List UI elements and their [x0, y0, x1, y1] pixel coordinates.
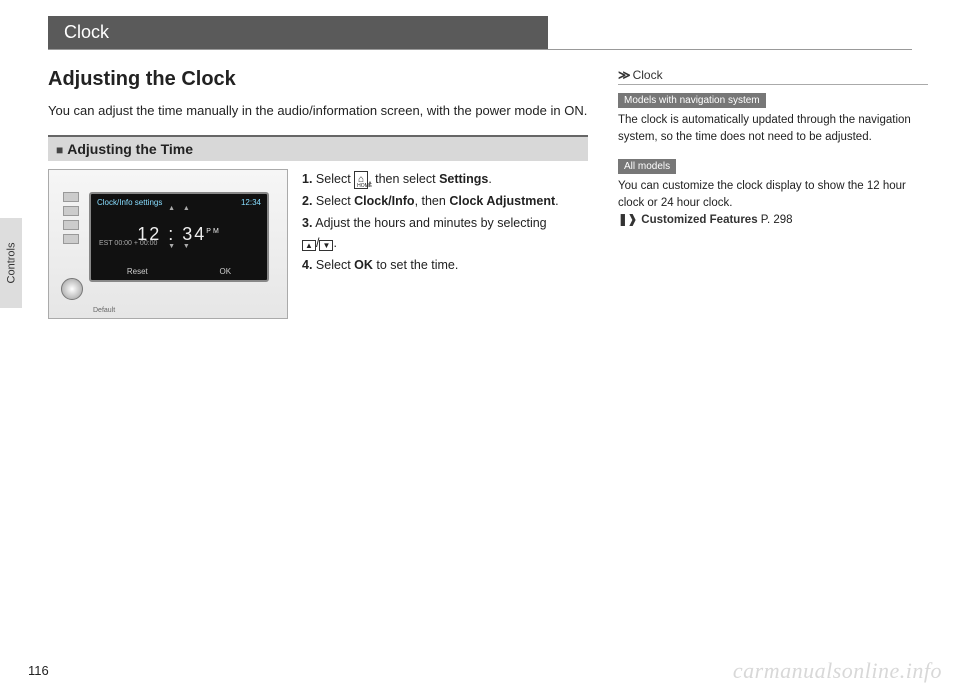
screen-ok-button: OK: [220, 267, 232, 276]
down-keycap-icon: ▼: [319, 240, 333, 251]
sidebar-heading: ≫Clock: [618, 68, 928, 85]
screen-reset-button: Reset: [127, 267, 148, 276]
square-bullet-icon: ■: [56, 143, 63, 157]
screen-title: Clock/Info settings: [97, 198, 162, 207]
steps-list: 1. Select HOME, then select Settings. 2.…: [302, 169, 559, 319]
sidebar-p1: The clock is automatically updated throu…: [618, 112, 928, 147]
page-number: 116: [28, 663, 49, 678]
step-4: 4. Select OK to set the time.: [302, 255, 559, 275]
figure-bottom-label: Default: [93, 307, 115, 314]
section-tab: Controls: [0, 218, 22, 308]
screen-corner-time: 12:34: [241, 198, 261, 207]
up-keycap-icon: ▲: [302, 240, 316, 251]
sidebar-p2: You can customize the clock display to s…: [618, 178, 928, 230]
tag-all-models: All models: [618, 159, 676, 174]
home-icon: HOME: [354, 171, 368, 189]
subheading: ■ Adjusting the Time: [48, 135, 588, 161]
step-1: 1. Select HOME, then select Settings.: [302, 169, 559, 189]
tag-nav-models: Models with navigation system: [618, 93, 766, 108]
sidebar: ≫Clock Models with navigation system The…: [618, 68, 928, 319]
step-2: 2. Select Clock/Info, then Clock Adjustm…: [302, 191, 559, 211]
ref-arrow-icon: ❚❱: [618, 214, 637, 226]
device-screen: Clock/Info settings 12:34 ▲ ▲ EST 00:00 …: [89, 192, 269, 282]
step-3: 3. Adjust the hours and minutes by selec…: [302, 213, 559, 253]
device-knob: [61, 278, 83, 300]
device-side-buttons: [63, 192, 79, 244]
section-title: Adjusting the Clock: [48, 68, 588, 91]
cross-reference: ❚❱Customized Features: [618, 214, 761, 226]
header-bar: Clock: [48, 18, 912, 50]
watermark: carmanualsonline.info: [733, 658, 942, 684]
intro-text: You can adjust the time manually in the …: [48, 101, 588, 121]
page-header-title: Clock: [48, 16, 548, 49]
device-figure: Clock/Info settings 12:34 ▲ ▲ EST 00:00 …: [48, 169, 288, 319]
screen-timezone: EST 00:00 + 00:00: [99, 240, 157, 247]
chevron-icon: ≫: [618, 68, 631, 82]
section-tab-label: Controls: [5, 243, 17, 284]
subheading-label: Adjusting the Time: [67, 141, 193, 157]
